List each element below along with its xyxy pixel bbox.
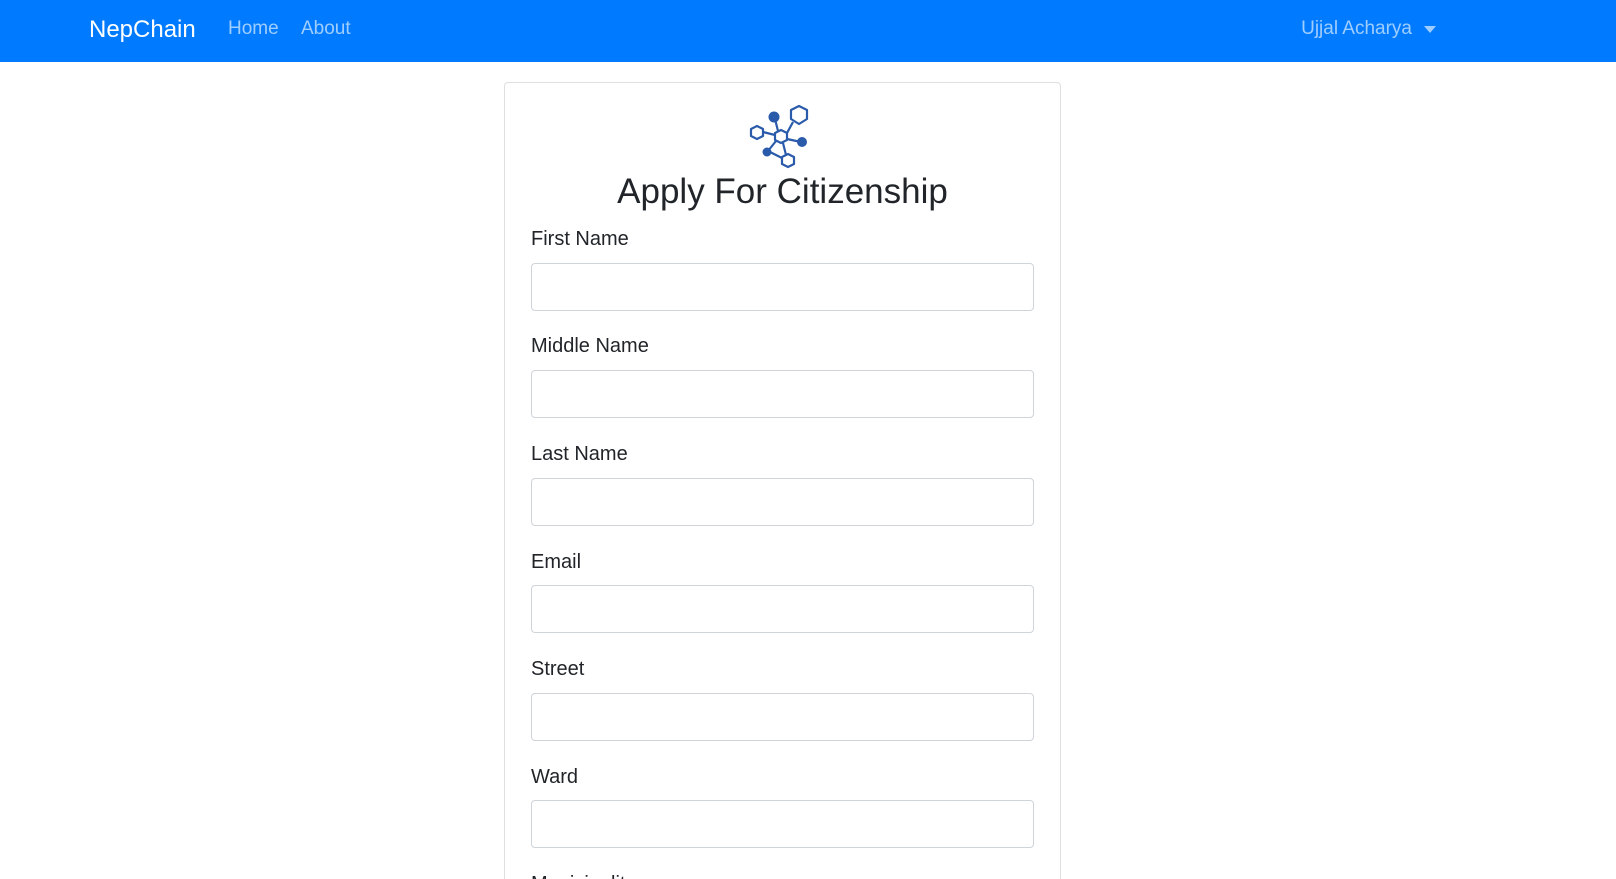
ward-input[interactable] — [531, 800, 1034, 848]
first-name-label: First Name — [531, 228, 629, 250]
email-input[interactable] — [531, 585, 1034, 633]
first-name-input[interactable] — [531, 263, 1034, 311]
user-dropdown[interactable]: Ujjal Acharya — [1301, 14, 1436, 44]
nav-about-link[interactable]: About — [301, 14, 351, 44]
middle-name-input[interactable] — [531, 370, 1034, 418]
municipality-label: Municipality — [531, 871, 635, 879]
last-name-label: Last Name — [531, 443, 628, 465]
caret-down-icon — [1424, 25, 1436, 33]
user-name: Ujjal Acharya — [1301, 18, 1412, 39]
navbar: NepChain Home About Ujjal Acharya — [0, 0, 1616, 62]
page-title: Apply For Citizenship — [617, 172, 948, 211]
street-label: Street — [531, 658, 585, 680]
nav-home-link[interactable]: Home — [228, 14, 279, 44]
email-label: Email — [531, 551, 582, 573]
ward-label: Ward — [531, 766, 579, 788]
last-name-input[interactable] — [531, 478, 1034, 526]
hexagon-network-icon — [749, 104, 809, 169]
street-input[interactable] — [531, 693, 1034, 741]
brand-link[interactable]: NepChain — [89, 13, 196, 47]
middle-name-label: Middle Name — [531, 335, 649, 357]
